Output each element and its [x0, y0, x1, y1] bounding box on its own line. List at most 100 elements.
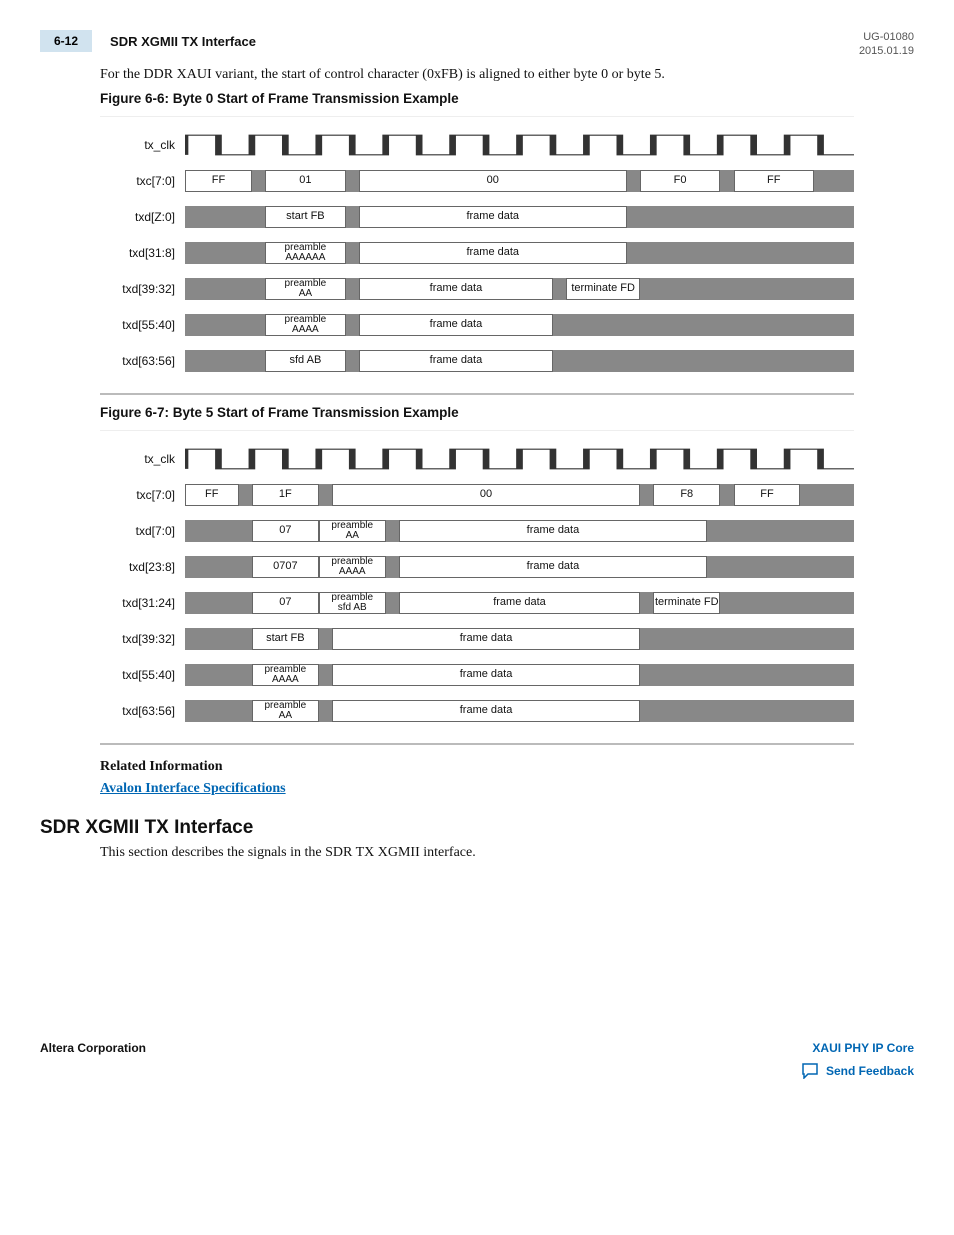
signal-label: txd[Z:0]: [100, 210, 185, 224]
waveform-segment: FF: [734, 170, 814, 192]
signal-lane: 0707preamble AAAAframe data: [185, 556, 854, 578]
figure-6-6-title: Figure 6-6: Byte 0 Start of Frame Transm…: [100, 91, 914, 106]
waveform-segment: [185, 556, 252, 578]
signal-lane: FF 01 00 F0 FF: [185, 170, 854, 192]
doc-id: UG-01080: [859, 30, 914, 44]
waveform-segment: [346, 350, 359, 372]
waveform-segment: [346, 242, 359, 264]
signal-row: txd[55:40]preamble AAAAframe data: [100, 307, 854, 343]
waveform-segment: frame data: [399, 520, 707, 542]
waveform-segment: frame data: [332, 700, 640, 722]
send-feedback-link[interactable]: Send Feedback: [802, 1063, 914, 1079]
waveform-segment: 00: [359, 170, 627, 192]
feedback-icon: [802, 1063, 820, 1079]
signal-label: txd[31:8]: [100, 246, 185, 260]
waveform-segment: terminate FD: [653, 592, 720, 614]
signal-label: txd[63:56]: [100, 704, 185, 718]
waveform-segment: [319, 484, 332, 506]
running-title: SDR XGMII TX Interface: [110, 34, 256, 49]
waveform-segment: [720, 556, 854, 578]
waveform-segment: [185, 350, 265, 372]
waveform-segment: 0707: [252, 556, 319, 578]
signal-label: txd[39:32]: [100, 282, 185, 296]
footer-ipcore-link[interactable]: XAUI PHY IP Core: [812, 1041, 914, 1055]
waveform-segment: preamble sfd AB: [319, 592, 386, 614]
waveform-segment: [185, 314, 265, 336]
waveform-segment: [346, 314, 359, 336]
waveform-segment: F8: [653, 484, 720, 506]
waveform-segment: F0: [640, 170, 720, 192]
avalon-spec-link[interactable]: Avalon Interface Specifications: [100, 781, 286, 796]
waveform-segment: 01: [265, 170, 345, 192]
signal-row: txd[39:32]start FBframe data: [100, 621, 854, 657]
waveform-segment: [720, 170, 733, 192]
waveform-segment: [720, 520, 854, 542]
waveform-segment: [185, 206, 265, 228]
signal-lane: [185, 134, 854, 156]
waveform-segment: frame data: [359, 278, 553, 300]
waveform-segment: [653, 664, 854, 686]
waveform-segment: [252, 170, 265, 192]
signal-row: txd[31:8]preamble AAAAAAframe data: [100, 235, 854, 271]
signal-label: txc[7:0]: [100, 488, 185, 502]
waveform-segment: preamble AAAA: [265, 314, 345, 336]
signal-lane: preamble AAAAframe data: [185, 314, 854, 336]
waveform-segment: [185, 628, 252, 650]
waveform-segment: [386, 556, 399, 578]
signal-row: tx_clk: [100, 127, 854, 163]
waveform-segment: [640, 628, 653, 650]
signal-row: txd[23:8]0707preamble AAAAframe data: [100, 549, 854, 585]
waveform-segment: 00: [332, 484, 640, 506]
waveform-segment: preamble AAAA: [319, 556, 386, 578]
waveform-segment: [185, 592, 252, 614]
waveform-segment: [239, 484, 252, 506]
signal-lane: 07preamble sfd ABframe dataterminate FD: [185, 592, 854, 614]
waveform-segment: [185, 242, 265, 264]
waveform-segment: [553, 278, 566, 300]
waveform-segment: [653, 278, 854, 300]
waveform-segment: [707, 520, 720, 542]
signal-label: tx_clk: [100, 138, 185, 152]
waveform-segment: FF: [734, 484, 801, 506]
waveform-segment: [720, 484, 733, 506]
waveform-segment: [640, 664, 653, 686]
signal-label: txc[7:0]: [100, 174, 185, 188]
waveform-segment: 1F: [252, 484, 319, 506]
waveform-segment: [640, 700, 653, 722]
waveform-segment: frame data: [399, 592, 640, 614]
signal-lane: 07preamble AAframe data: [185, 520, 854, 542]
waveform-segment: [707, 556, 720, 578]
signal-lane: preamble AAframe dataterminate FD: [185, 278, 854, 300]
waveform-segment: [346, 170, 359, 192]
waveform-segment: FF: [185, 170, 252, 192]
waveform-segment: terminate FD: [566, 278, 640, 300]
waveform-segment: frame data: [332, 664, 640, 686]
signal-row: txd[39:32]preamble AAframe dataterminate…: [100, 271, 854, 307]
page-footer: Altera Corporation XAUI PHY IP Core Send…: [40, 1041, 914, 1079]
waveform-segment: [185, 520, 252, 542]
waveform-segment: 07: [252, 520, 319, 542]
waveform-segment: [640, 242, 854, 264]
signal-label: txd[55:40]: [100, 318, 185, 332]
section-body: This section describes the signals in th…: [100, 845, 914, 861]
waveform-segment: [386, 592, 399, 614]
waveform-segment: [346, 206, 359, 228]
waveform-segment: [800, 484, 854, 506]
waveform-segment: [185, 700, 252, 722]
waveform-segment: [319, 628, 332, 650]
waveform-segment: [386, 520, 399, 542]
related-info-heading: Related Information: [100, 759, 914, 775]
doc-date: 2015.01.19: [859, 44, 914, 58]
signal-lane: start FBframe data: [185, 206, 854, 228]
figure-6-6-diagram: tx_clktxc[7:0]FF0100F0FFtxd[Z:0]start FB…: [100, 116, 854, 395]
waveform-segment: [640, 278, 653, 300]
waveform-segment: [553, 314, 566, 336]
waveform-segment: [720, 592, 733, 614]
signal-lane: preamble AAAAframe data: [185, 664, 854, 686]
page-header: 6-12 SDR XGMII TX Interface UG-01080 201…: [40, 30, 914, 59]
signal-lane: [185, 448, 854, 470]
signal-label: txd[63:56]: [100, 354, 185, 368]
waveform-segment: frame data: [359, 350, 553, 372]
waveform-segment: preamble AA: [252, 700, 319, 722]
waveform-segment: sfd AB: [265, 350, 345, 372]
